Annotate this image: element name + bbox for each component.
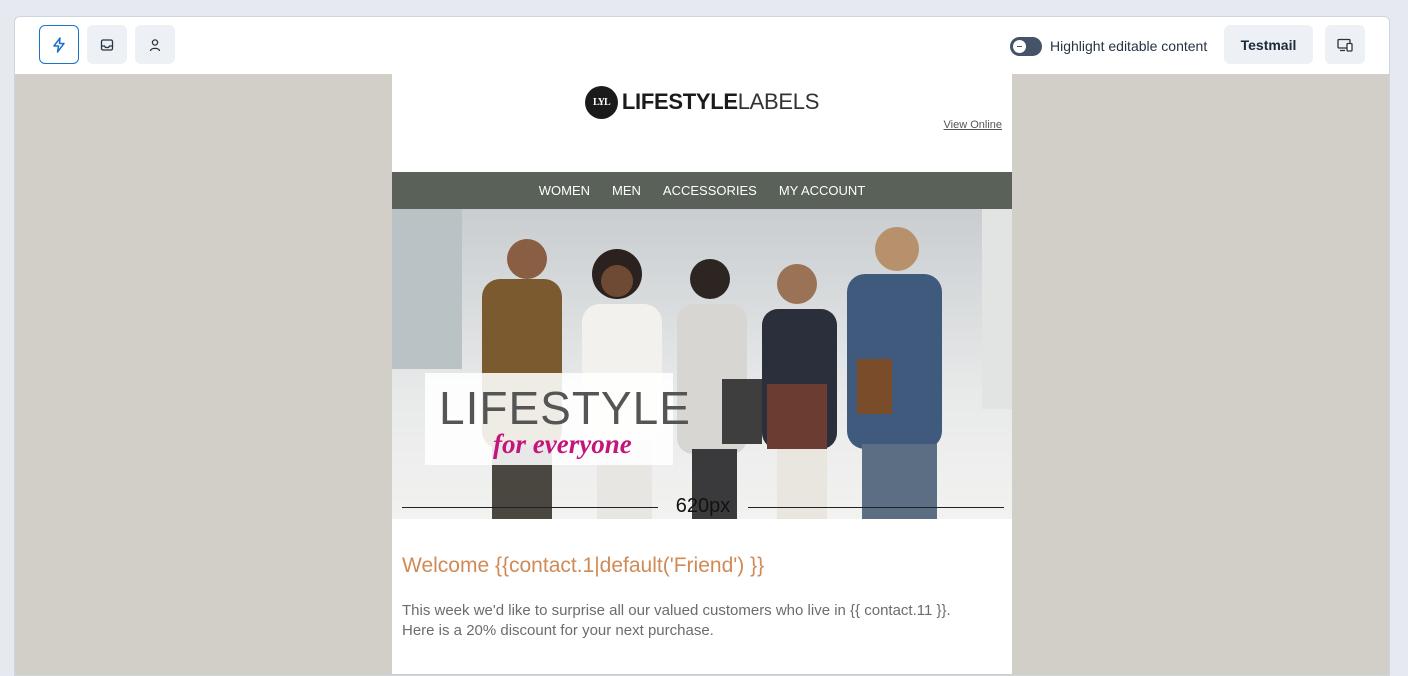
brand-logo: LYL LIFESTYLELABELS [392,84,1012,120]
email-preview: LYL LIFESTYLELABELS View Online WOMEN ME… [392,74,1012,674]
nav-women[interactable]: WOMEN [539,183,590,198]
testmail-button[interactable]: Testmail [1224,25,1313,64]
width-label: 620px [675,495,731,517]
welcome-heading[interactable]: Welcome {{contact.1|default('Friend') }} [402,554,764,578]
user-icon [148,38,162,52]
email-nav: WOMEN MEN ACCESSORIES MY ACCOUNT [392,172,1012,209]
body-line-1: This week we'd like to surprise all our … [402,602,951,619]
nav-accessories[interactable]: ACCESSORIES [663,183,757,198]
hero-photo [392,209,1012,519]
logo-mark-icon: LYL [584,85,618,119]
view-online-link[interactable]: View Online [944,119,1003,131]
hero-image[interactable]: LIFESTYLE for everyone 620px [392,209,1012,519]
hero-title: LIFESTYLE [439,382,691,434]
hero-caption: LIFESTYLE for everyone [425,373,690,465]
device-preview-icon [1337,38,1353,52]
highlight-toggle[interactable] [1010,36,1042,56]
toolbar: Highlight editable content Testmail [15,17,1389,75]
highlight-label: Highlight editable content [1050,38,1208,54]
email-body-text[interactable]: This week we'd like to surprise all our … [402,601,1002,641]
email-canvas: LYL LIFESTYLELABELS View Online WOMEN ME… [15,74,1389,675]
nav-my-account[interactable]: MY ACCOUNT [779,183,865,198]
lightning-button[interactable] [39,25,79,64]
nav-men[interactable]: MEN [612,183,641,198]
logo-text-light: LABELS [737,89,820,114]
highlight-toggle-group: Highlight editable content [1010,36,1207,56]
logo-text-bold: LIFESTYLE [621,89,738,114]
inbox-button[interactable] [87,25,127,64]
body-line-2: Here is a 20% discount for your next pur… [402,622,714,639]
device-preview-button[interactable] [1325,25,1365,64]
editor-frame: Highlight editable content Testmail LYL … [14,16,1390,676]
contact-button[interactable] [135,25,175,64]
inbox-icon [100,38,114,52]
lightning-icon [52,36,66,53]
width-indicator: 620px [402,495,1004,519]
hero-tagline: for everyone [493,429,632,459]
